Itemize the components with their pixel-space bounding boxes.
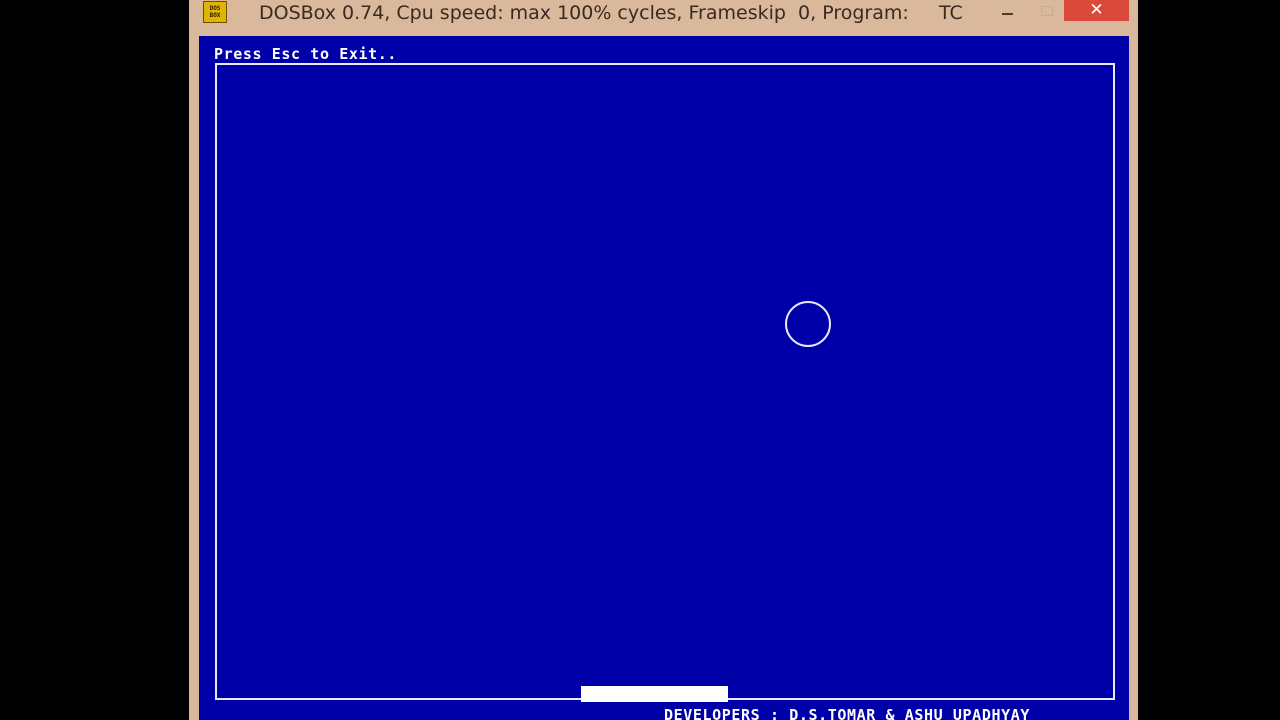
minimize-icon (1001, 12, 1013, 15)
dos-screen[interactable]: Press Esc to Exit.. DEVELOPERS : D.S.TOM… (199, 36, 1129, 720)
dosbox-app-icon[interactable]: DOS BOX (203, 1, 227, 23)
maximize-icon (1041, 5, 1053, 16)
exit-hint: Press Esc to Exit.. (214, 45, 397, 63)
title-bar[interactable]: DOS BOX DOSBox 0.74, Cpu speed: max 100%… (189, 0, 1138, 32)
window-title: DOSBox 0.74, Cpu speed: max 100% cycles,… (259, 2, 963, 24)
ball (785, 301, 831, 347)
close-button[interactable]: ✕ (1064, 0, 1129, 21)
developer-credits: DEVELOPERS : D.S.TOMAR & ASHU UPADHYAY (664, 706, 1030, 720)
game-playfield (215, 63, 1115, 702)
paddle (581, 686, 728, 702)
close-icon: ✕ (1089, 0, 1104, 20)
minimize-button[interactable] (987, 0, 1027, 21)
maximize-button[interactable] (1027, 0, 1067, 21)
